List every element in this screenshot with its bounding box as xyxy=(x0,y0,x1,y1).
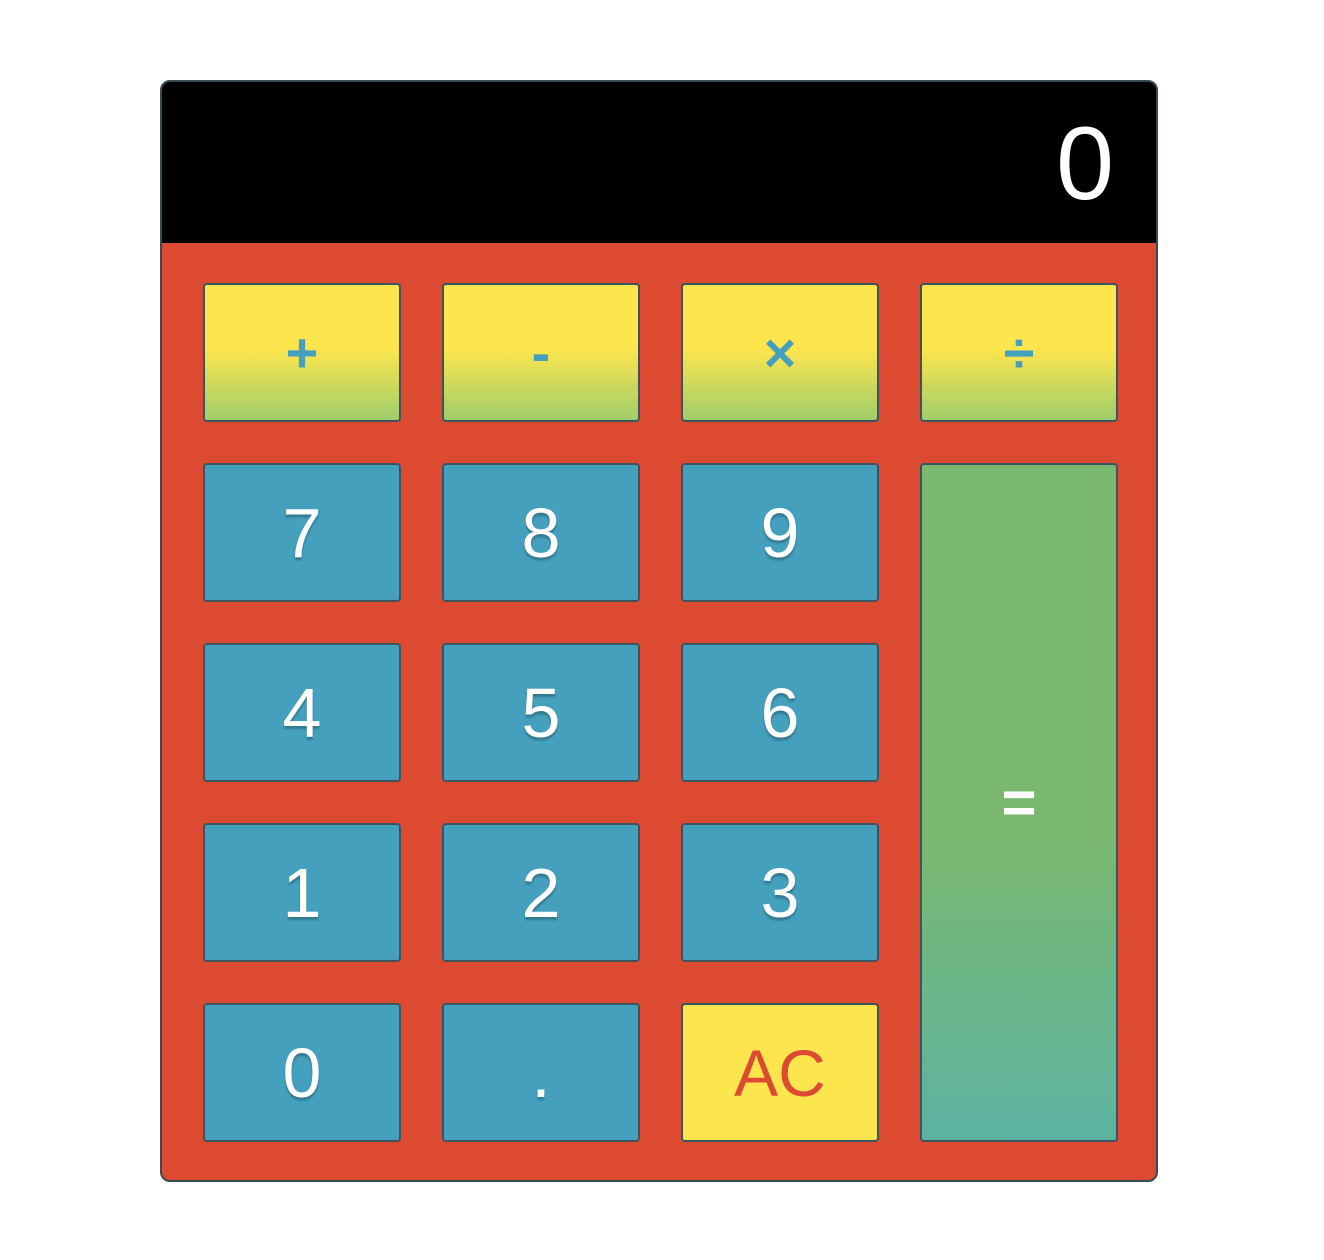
add-button[interactable]: + xyxy=(203,283,401,422)
decimal-button[interactable]: . xyxy=(442,1003,640,1142)
digit-8-button[interactable]: 8 xyxy=(442,463,640,602)
clear-button[interactable]: AC xyxy=(681,1003,879,1142)
digit-7-button[interactable]: 7 xyxy=(203,463,401,602)
digit-0-button[interactable]: 0 xyxy=(203,1003,401,1142)
digit-6-button[interactable]: 6 xyxy=(681,643,879,782)
equals-button[interactable]: = xyxy=(920,463,1118,1142)
digit-1-button[interactable]: 1 xyxy=(203,823,401,962)
digit-3-button[interactable]: 3 xyxy=(681,823,879,962)
display-value: 0 xyxy=(1056,106,1114,222)
subtract-button[interactable]: - xyxy=(442,283,640,422)
display: 0 xyxy=(162,82,1156,243)
digit-2-button[interactable]: 2 xyxy=(442,823,640,962)
digit-4-button[interactable]: 4 xyxy=(203,643,401,782)
digit-5-button[interactable]: 5 xyxy=(442,643,640,782)
multiply-button[interactable]: × xyxy=(681,283,879,422)
calculator: 0 + - × ÷ 7 8 9 = 4 5 6 1 2 3 0 . AC xyxy=(160,80,1158,1182)
divide-button[interactable]: ÷ xyxy=(920,283,1118,422)
digit-9-button[interactable]: 9 xyxy=(681,463,879,602)
